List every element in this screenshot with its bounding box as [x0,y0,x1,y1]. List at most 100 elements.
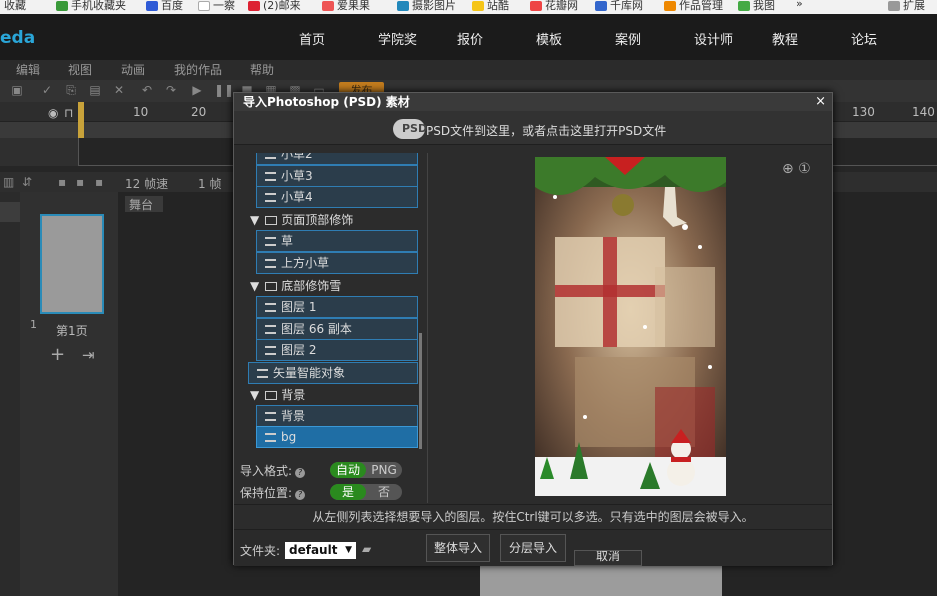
bookmark[interactable]: 站酷 [472,0,509,13]
more-bookmarks[interactable]: » [796,0,803,10]
page-thumbnail[interactable] [40,214,104,314]
bookmark[interactable]: 作品管理 [664,0,723,13]
check-icon[interactable]: ✓ [40,83,54,97]
layer-icon [265,303,276,312]
bookmark[interactable]: (2)邮来 [248,0,301,13]
group-node[interactable]: ▼ 页面顶部修饰 [250,209,353,231]
nav-forum[interactable]: 论坛 [851,29,877,48]
redo-icon[interactable]: ↷ [164,83,178,97]
cancel-button[interactable]: 取消 [574,550,642,566]
extensions[interactable]: 扩展 [888,0,925,13]
layer-node[interactable]: 矢量智能对象 [248,362,418,384]
import-whole-button[interactable]: 整体导入 [426,534,490,562]
bookmark[interactable]: 我图 [738,0,775,13]
group-node[interactable]: ▼ 底部修饰雪 [250,275,341,297]
play-icon[interactable]: ▶ [190,83,204,97]
preview-zoom-icons[interactable]: ⊕ ① [782,161,811,177]
stage-tab[interactable]: 舞台 [125,196,163,212]
nav-tutorials[interactable]: 教程 [772,29,798,48]
grid-icon[interactable]: ▪ [76,175,84,189]
group-node[interactable]: ▼ 背景 [250,384,305,406]
folder-icon [265,391,278,400]
bookmark[interactable]: 花瓣网 [530,0,578,13]
playhead[interactable] [78,102,84,122]
paste-icon[interactable]: ▤ [88,83,102,97]
grid-icon[interactable]: ▪ [58,175,66,189]
layer-node[interactable]: 图层 2 [256,339,418,361]
psd-preview-image [535,157,726,496]
import-format-row: 导入格式:? [240,462,306,479]
bookmark[interactable]: 收藏 [4,0,26,13]
pause-icon[interactable]: ❚❚ [214,83,234,97]
trash-icon[interactable]: ▥ [3,175,14,189]
help-icon[interactable]: ? [295,490,306,500]
layer-icon [265,433,276,442]
tool-icon[interactable] [0,202,20,222]
folder-select[interactable]: default ▼ [285,542,356,559]
keep-position-toggle[interactable]: 是 否 [330,484,402,500]
cloud-upload-icon: PSD [393,119,427,139]
layer-node[interactable]: 小草3 [256,165,418,187]
nav-academy[interactable]: 学院奖 [378,29,417,48]
expand-arrow-icon[interactable]: ▼ [250,388,259,402]
format-png[interactable]: PNG [366,462,402,478]
psd-dropzone[interactable]: PSD PSD文件到这里，或者点击这里打开PSD文件 [234,111,832,145]
nav-pricing[interactable]: 报价 [457,29,483,48]
dialog-footer: 文件夹: default ▼ ▰ 整体导入 分层导入 取消 [234,529,832,566]
format-auto[interactable]: 自动 [330,462,366,478]
menu-animation[interactable]: 动画 [121,61,145,78]
keyframe[interactable] [78,122,84,138]
copy-icon[interactable]: ⎘ [64,83,78,97]
nav-designers[interactable]: 设计师 [694,29,733,48]
menu-my-works[interactable]: 我的作品 [174,61,222,78]
bookmark[interactable]: 百度 [146,0,183,13]
expand-arrow-icon[interactable]: ▼ [250,279,259,293]
layer-icon [265,325,276,334]
layer-node[interactable]: 小草2 [256,153,418,165]
close-icon[interactable]: × [815,93,826,111]
import-format-toggle[interactable]: 自动 PNG [330,462,402,478]
menu-view[interactable]: 视图 [68,61,92,78]
bookmark[interactable]: 手机收藏夹 [56,0,126,13]
drop-text: PSD文件到这里，或者点击这里打开PSD文件 [426,124,667,138]
nav-templates[interactable]: 模板 [536,29,562,48]
instruction-hint: 从左侧列表选择想要导入的图层。按住Ctrl键可以多选。只有选中的图层会被导入。 [234,504,832,528]
undo-icon[interactable]: ↶ [140,83,154,97]
save-icon[interactable]: ▣ [10,83,24,97]
bookmark[interactable]: 千库网 [595,0,643,13]
sort-icon[interactable]: ⇵ [22,175,32,189]
expand-arrow-icon[interactable]: ▼ [250,213,259,227]
bookmark[interactable]: 摄影图片 [397,0,456,13]
tree-scrollbar[interactable] [419,333,422,449]
keep-yes[interactable]: 是 [330,484,366,500]
layer-node[interactable]: 背景 [256,405,418,427]
ruler-tick: 20 [191,105,207,119]
bookmark[interactable]: 一察 [198,0,235,13]
layer-node[interactable]: 上方小草 [256,252,418,274]
add-page-icon[interactable]: + [50,344,65,365]
psd-import-dialog: 导入Photoshop (PSD) 素材 × PSD PSD文件到这里，或者点击… [233,92,833,566]
delete-icon[interactable]: ✕ [112,83,126,97]
layer-node[interactable]: 图层 1 [256,296,418,318]
layer-node[interactable]: 图层 66 副本 [256,318,418,340]
lock-icon[interactable]: ⊓ [64,106,73,120]
help-icon[interactable]: ? [295,468,306,478]
layer-node[interactable]: 小草4 [256,186,418,208]
bookmark[interactable]: 爱果果 [322,0,370,13]
side-tools [0,192,20,596]
grid-icon[interactable]: ▪ [95,175,103,189]
menu-help[interactable]: 帮助 [250,61,274,78]
layer-node-selected[interactable]: bg [256,426,418,448]
layer-node[interactable]: 草 [256,230,418,252]
logo[interactable]: eda [0,28,35,48]
folder-icon[interactable]: ▰ [362,542,371,556]
layer-tree: 小草2 小草3 小草4 ▼ 页面顶部修饰 草 上方小草 ▼ 底部修饰雪 图层 1 图… [234,153,422,451]
menu-edit[interactable]: 编辑 [16,61,40,78]
import-page-icon[interactable]: ⇥ [82,346,95,364]
keep-no[interactable]: 否 [366,484,402,500]
nav-home[interactable]: 首页 [299,29,325,48]
eye-icon[interactable]: ◉ [48,106,58,120]
fps-label[interactable]: 12 帧速 [125,175,168,192]
nav-cases[interactable]: 案例 [615,29,641,48]
import-layers-button[interactable]: 分层导入 [500,534,566,562]
